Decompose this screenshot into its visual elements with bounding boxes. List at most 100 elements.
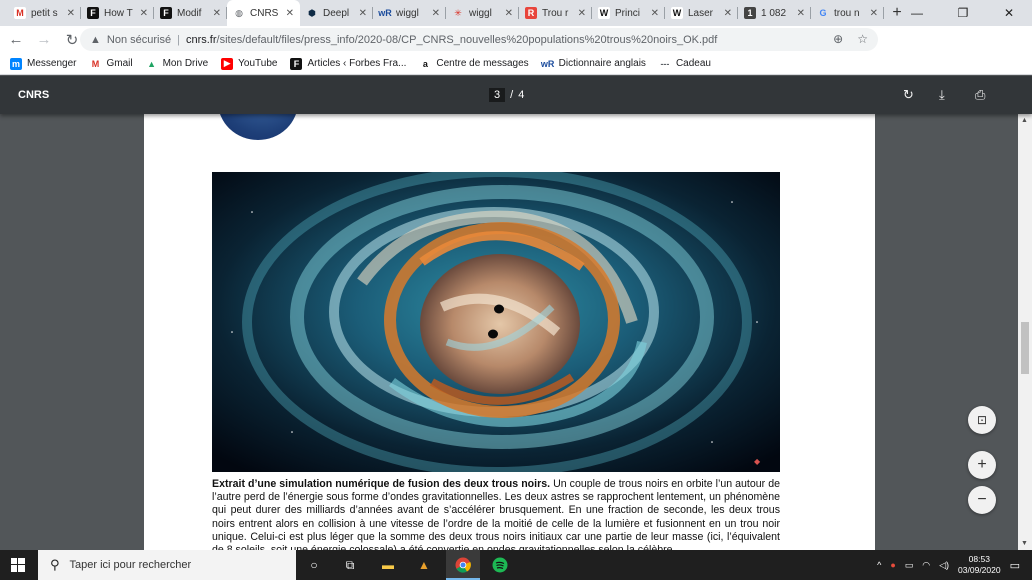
tab-0[interactable]: Mpetit s ✕ <box>8 0 81 26</box>
bookmark-3[interactable]: ▶ YouTube <box>221 57 278 70</box>
vlc-icon[interactable]: ▲ <box>414 555 434 575</box>
tab-title: wiggl <box>469 7 492 19</box>
rotate-icon[interactable]: ↻ <box>903 87 914 103</box>
notification-icon[interactable]: ▭ <box>1010 559 1020 572</box>
zoom-icon[interactable]: ⊕ <box>833 32 843 46</box>
tab-2[interactable]: F Modif ✕ <box>154 0 227 26</box>
tab-title: petit s <box>31 7 58 19</box>
tab-strip: Mpetit s ✕ F How T ✕ F Modif ✕ ◍ CNRS ✕ ⬢ Deepl ✕ wR wi… <box>0 0 1032 26</box>
tab-close-icon[interactable]: ✕ <box>67 8 75 19</box>
cortana-icon[interactable]: ○ <box>304 555 324 575</box>
restore-icon[interactable]: ❐ <box>940 0 986 26</box>
bookmark-star-icon[interactable]: ☆ <box>857 32 868 46</box>
gmail-icon: M <box>14 7 26 19</box>
page-indicator: 3 / 4 <box>489 88 524 102</box>
antivirus-icon[interactable]: ● <box>890 560 895 570</box>
tab-close-icon[interactable]: ✕ <box>213 8 221 19</box>
globe-icon: ◍ <box>235 7 243 18</box>
bookmark-0[interactable]: m Messenger <box>10 57 76 70</box>
address-bar[interactable]: ▲ Non sécurisé | cnrs.fr/sites/default/f… <box>80 28 878 51</box>
vertical-scrollbar[interactable]: ▲ ▼ <box>1018 114 1032 550</box>
battery-icon[interactable]: ▭ <box>905 560 914 571</box>
bookmark-7[interactable]: --- Cadeau <box>659 58 711 70</box>
page-separator: / <box>510 89 514 101</box>
deepl-icon: ⬢ <box>308 7 316 18</box>
windows-taskbar: ⚲ Taper ici pour rechercher ○ ⧉ ▬ ▲ ^ ● … <box>0 550 1032 580</box>
tab-5[interactable]: wR wiggl ✕ <box>373 0 446 26</box>
zoom-in-button[interactable]: + <box>968 451 996 479</box>
forward-arrow-icon[interactable]: → <box>32 28 56 52</box>
tab-6[interactable]: ✳ wiggl ✕ <box>446 0 519 26</box>
tab-close-icon[interactable]: ✕ <box>140 8 148 19</box>
volume-icon[interactable]: ◁) <box>939 560 949 571</box>
tab-close-icon[interactable]: ✕ <box>870 8 878 19</box>
taskbar-search-box[interactable]: ⚲ Taper ici pour rechercher <box>38 550 296 580</box>
search-icon: ⚲ <box>50 557 60 572</box>
current-page-input[interactable]: 3 <box>489 88 506 102</box>
download-icon[interactable]: ⤓ <box>939 87 945 103</box>
bookmarks-bar: m Messenger M Gmail ▲ Mon Drive ▶ YouTube F Artic… <box>0 53 1032 75</box>
doc-icon: 1 <box>744 7 756 19</box>
file-explorer-icon[interactable]: ▬ <box>378 555 398 575</box>
task-view-icon[interactable]: ⧉ <box>340 555 360 575</box>
network-icon[interactable]: ◠ <box>922 560 930 571</box>
tab-8[interactable]: W Princi ✕ <box>592 0 665 26</box>
fit-page-button[interactable]: ⊡ <box>968 406 996 434</box>
chrome-icon[interactable] <box>453 555 473 575</box>
black-hole-simulation-image: ◆ <box>212 172 780 472</box>
figure-caption: Extrait d’une simulation numérique de fu… <box>212 478 780 550</box>
messenger-icon: m <box>10 57 22 70</box>
tab-title: wiggl <box>396 7 419 19</box>
close-icon[interactable]: ✕ <box>986 0 1032 26</box>
tab-list: Mpetit s ✕ F How T ✕ F Modif ✕ ◍ CNRS ✕ ⬢ Deepl ✕ wR wi… <box>0 0 884 26</box>
system-tray: ^ ● ▭ ◠ ◁) 08:53 03/09/2020 ▭ <box>877 550 1020 580</box>
bookmark-4[interactable]: F Articles ‹ Forbes Fra... <box>290 57 407 70</box>
tab-close-icon[interactable]: ✕ <box>505 8 513 19</box>
tab-title: Princi <box>615 7 641 19</box>
tab-1[interactable]: F How T ✕ <box>81 0 154 26</box>
tab-close-icon[interactable]: ✕ <box>797 8 805 19</box>
clock-date: 03/09/2020 <box>958 565 1001 575</box>
bookmark-label: Articles ‹ Forbes Fra... <box>307 58 407 69</box>
tab-10[interactable]: 1 1 082 ✕ <box>738 0 811 26</box>
warning-icon: ▲ <box>90 33 101 46</box>
back-arrow-icon[interactable]: ← <box>4 28 28 52</box>
pdf-page: ◆ Extrait d’une simulation numérique de … <box>144 114 875 550</box>
tab-close-icon[interactable]: ✕ <box>359 8 367 19</box>
total-pages: 4 <box>518 89 525 101</box>
tray-chevron-icon[interactable]: ^ <box>877 560 881 570</box>
bookmark-label: Mon Drive <box>162 58 209 69</box>
scroll-up-icon[interactable]: ▲ <box>1021 117 1028 124</box>
scroll-thumb[interactable] <box>1021 322 1029 374</box>
bookmark-label: YouTube <box>238 58 278 69</box>
tab-close-icon[interactable]: ✕ <box>578 8 586 19</box>
print-icon[interactable]: ⎙ <box>975 87 985 103</box>
bookmark-1[interactable]: M Gmail <box>89 58 133 70</box>
tab-3[interactable]: ◍ CNRS ✕ <box>227 0 300 26</box>
tab-close-icon[interactable]: ✕ <box>724 8 732 19</box>
tab-7[interactable]: R Trou r ✕ <box>519 0 592 26</box>
tab-11[interactable]: Gtrou n ✕ <box>811 0 884 26</box>
clock[interactable]: 08:53 03/09/2020 <box>958 554 1001 576</box>
bookmark-label: Dictionnaire anglais <box>558 58 646 69</box>
tab-close-icon[interactable]: ✕ <box>651 8 659 19</box>
tab-close-icon[interactable]: ✕ <box>432 8 440 19</box>
bookmark-5[interactable]: a Centre de messages <box>419 58 529 70</box>
spotify-icon[interactable] <box>490 555 510 575</box>
bookmark-6[interactable]: wR Dictionnaire anglais <box>541 58 646 70</box>
tab-title: trou n <box>834 7 860 19</box>
bookmark-2[interactable]: ▲ Mon Drive <box>146 58 209 70</box>
forbes-icon: F <box>160 7 172 19</box>
security-label: Non sécurisé <box>106 33 172 46</box>
windows-start-button[interactable] <box>0 550 36 580</box>
omnibox-separator: | <box>177 33 180 46</box>
tab-4[interactable]: ⬢ Deepl ✕ <box>300 0 373 26</box>
zoom-out-button[interactable]: − <box>968 486 996 514</box>
bookmark-label: Gmail <box>106 58 133 69</box>
minimize-icon[interactable]: — <box>894 0 940 26</box>
scroll-down-icon[interactable]: ▼ <box>1021 540 1028 547</box>
tab-close-icon[interactable]: ✕ <box>286 8 294 19</box>
tab-title: Trou r <box>542 7 569 19</box>
tab-9[interactable]: W Laser ✕ <box>665 0 738 26</box>
url-text: cnrs.fr/sites/default/files/press_info/2… <box>186 34 717 46</box>
